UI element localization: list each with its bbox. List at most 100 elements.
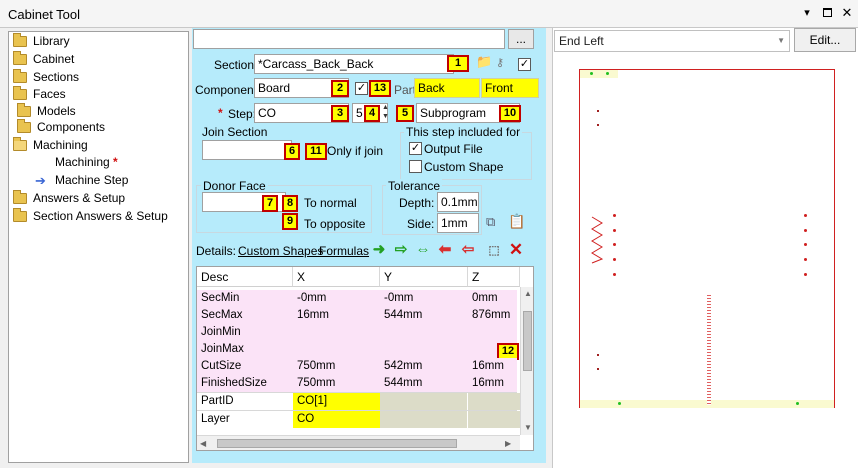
tab-custom-shapes[interactable]: Custom Shapes [238,244,323,258]
table-row[interactable]: SecMax 16mm 544mm 876mm [197,307,517,324]
cell-x[interactable]: 16mm [293,307,380,324]
side-field[interactable]: 1mm [437,213,479,233]
cell-z[interactable] [468,393,520,410]
cell-x[interactable]: -0mm [293,290,380,307]
cell-y[interactable]: -0mm [380,290,468,307]
vertical-scrollbar[interactable]: ▲ ▼ [520,287,533,435]
callout-2: 2 [331,80,349,97]
callout-3: 3 [331,105,349,122]
cell-z[interactable]: 0mm [468,290,520,307]
path-field[interactable] [193,29,505,49]
browse-button[interactable]: ... [508,29,534,49]
part-front-field[interactable]: Front [481,78,539,98]
tree-item-machining-child[interactable]: Machining * [55,154,118,171]
tree-item-label: Section Answers & Setup [33,209,168,223]
side-label: Side: [407,217,435,231]
close-icon[interactable]: ✕ [840,6,854,20]
copy-icon[interactable]: ⧉ [486,214,495,230]
table-row[interactable]: JoinMin [197,324,517,341]
step-included-label: This step included for [404,125,523,139]
step-required-star: * [218,106,223,120]
required-star: * [113,155,118,169]
table-row[interactable]: CutSize 750mm 542mm 16mm [197,358,517,375]
cell-y[interactable] [380,393,467,410]
cell-z[interactable]: 16mm [468,375,520,392]
tick-mark [597,110,599,112]
scroll-left-icon[interactable]: ◀ [200,439,206,448]
grid-header-x[interactable]: X [293,267,380,287]
callout-4: 4 [364,105,380,122]
scroll-up-icon[interactable]: ▲ [524,289,532,298]
tab-formulas[interactable]: Formulas [319,244,369,258]
donor-face-label: Donor Face [201,179,268,193]
cell-y[interactable]: 542mm [380,358,468,375]
maximize-icon[interactable] [820,6,834,20]
spin-down-icon[interactable]: ▼ [382,113,389,121]
join-section-field[interactable] [202,140,292,160]
table-row[interactable]: Layer CO [197,410,520,428]
cell-x[interactable]: CO [293,411,380,428]
grid-header-z[interactable]: Z [468,267,520,287]
arrow-right-outline-icon[interactable]: ⇨ [393,242,409,258]
spin-up-icon[interactable]: ▲ [382,104,389,112]
hole-dot [613,214,616,217]
marker-dot [606,72,609,75]
scroll-down-icon[interactable]: ▼ [524,423,532,432]
key-icon[interactable]: ⚷ [496,56,504,69]
cell-y[interactable]: 544mm [380,375,468,392]
details-grid[interactable]: Desc X Y Z SecMin -0mm -0mm 0mm SecMax 1… [196,266,534,451]
section-checkbox[interactable]: ✓ [518,58,531,71]
table-row[interactable]: JoinMax [197,341,517,358]
tick-mark [597,368,599,370]
cell-y[interactable] [380,411,467,428]
folder-up-icon[interactable]: 📁 [476,54,492,70]
depth-field[interactable]: 0.1mm [437,192,479,212]
cell-x[interactable]: 750mm [293,375,380,392]
grid-header-y[interactable]: Y [380,267,468,287]
arrow-right-icon: ➔ [35,173,46,188]
chevron-down-icon[interactable]: ▼ [777,31,785,51]
cell-z[interactable]: 876mm [468,307,520,324]
cell-desc: Layer [201,413,230,425]
horizontal-scrollbar[interactable]: ◀ ▶ [197,435,520,450]
pin-icon[interactable]: ▾ [800,6,814,20]
arrow-left-icon[interactable]: ⬅ [437,242,453,258]
cell-z[interactable] [468,411,520,428]
cell-x[interactable]: CO[1] [293,393,380,410]
component-checkbox[interactable]: ✓ [355,82,368,95]
zigzag-symbol [591,216,604,264]
marker-dot [590,72,593,75]
arrow-swap-icon[interactable]: ⇔ [415,242,431,258]
part-drawing[interactable] [579,69,835,408]
output-file-checkbox[interactable]: ✓ [409,142,422,155]
vertical-annotation [707,295,711,405]
paste-icon[interactable]: 📋 [508,213,525,230]
folder-icon [13,190,27,204]
new-row-icon[interactable]: ⬚ [486,242,502,258]
cell-x[interactable]: 750mm [293,358,380,375]
part-back-field[interactable]: Back [414,78,480,98]
cell-z[interactable]: 16mm [468,358,520,375]
table-row[interactable]: PartID CO[1] [197,392,520,410]
custom-shape-checkbox[interactable] [409,160,422,173]
cell-y[interactable]: 544mm [380,307,468,324]
callout-7: 7 [262,195,278,212]
hole-dot [613,273,616,276]
scroll-right-icon[interactable]: ▶ [505,439,511,448]
section-field[interactable]: *Carcass_Back_Back [254,54,454,74]
callout-8: 8 [282,195,298,212]
preview-panel: End Left ▼ Edit... [552,28,858,468]
horizontal-scroll-thumb[interactable] [217,439,457,448]
table-row[interactable]: SecMin -0mm -0mm 0mm [197,290,517,307]
edit-button[interactable]: Edit... [794,28,856,52]
arrow-left-outline-icon[interactable]: ⇦ [460,242,476,258]
delete-icon[interactable]: ✕ [508,241,524,258]
folder-icon [13,208,27,222]
arrow-right-icon[interactable]: ➜ [371,242,387,258]
vertical-scroll-thumb[interactable] [523,311,532,371]
grid-header-desc[interactable]: Desc [197,267,293,287]
table-row[interactable]: FinishedSize 750mm 544mm 16mm [197,375,517,392]
navigation-tree[interactable]: Library Cabinet Sections Faces Models Co… [8,31,189,463]
callout-10: 10 [499,105,521,122]
view-select[interactable]: End Left ▼ [554,30,790,52]
